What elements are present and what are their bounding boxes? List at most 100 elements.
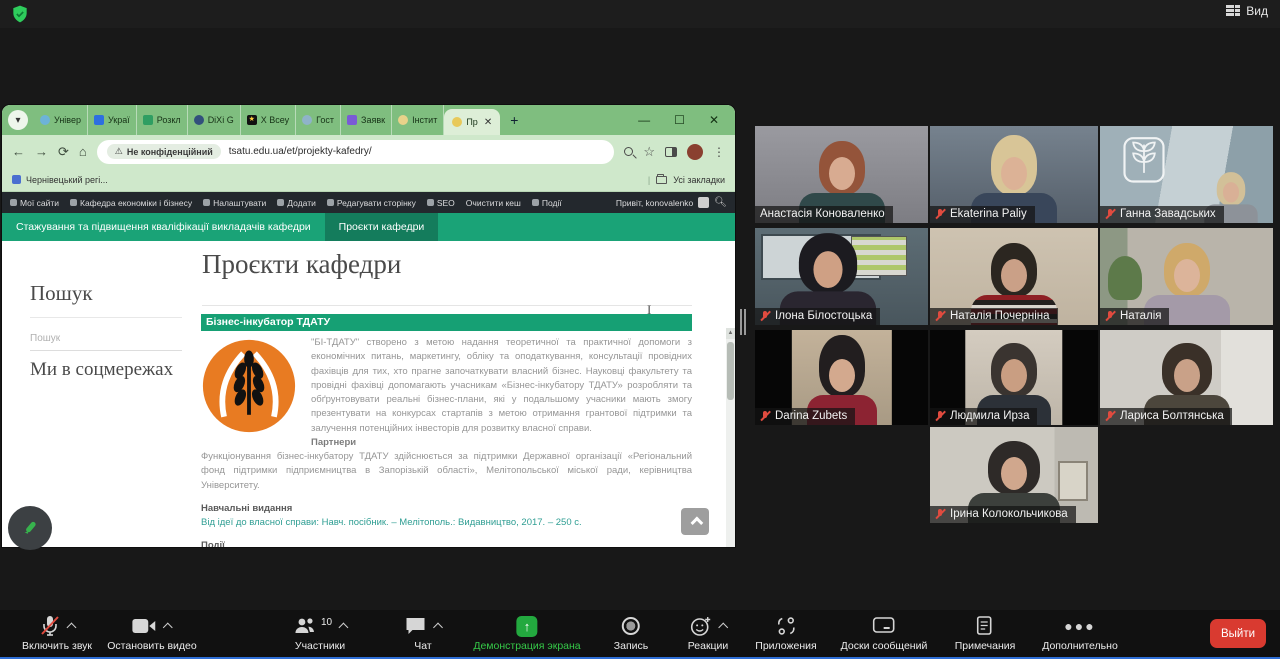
apps-icon xyxy=(777,617,795,635)
maximize-button[interactable]: ☐ xyxy=(674,113,685,127)
divider xyxy=(30,317,182,318)
participant-name: Ілона Білостоцька xyxy=(775,310,873,322)
reactions-button[interactable]: Реакции xyxy=(688,615,728,652)
profile-avatar[interactable] xyxy=(687,143,703,160)
admin-site-name[interactable]: Кафедра економіки і бізнесу xyxy=(70,198,192,208)
security-chip[interactable]: ⚠ Не конфіденційний xyxy=(106,144,221,159)
record-button[interactable]: Запись xyxy=(614,615,648,652)
chevron-up-icon[interactable] xyxy=(338,622,349,633)
whiteboard-icon xyxy=(873,617,895,633)
admin-greeting[interactable]: Привіт, konovalenko xyxy=(616,198,693,208)
browser-tab-6[interactable]: Гост xyxy=(296,105,342,135)
tab-label: Інстит xyxy=(412,115,438,125)
participant-tile[interactable]: Наталія Почерніна xyxy=(930,228,1098,325)
participant-name: Наталія xyxy=(1120,310,1162,322)
reload-icon[interactable]: ⟳ xyxy=(58,144,69,160)
all-bookmarks-button[interactable]: Усі закладки xyxy=(673,175,725,185)
more-button[interactable]: ●●● Дополнительно xyxy=(1042,615,1118,652)
participant-label: Людмила Ирза xyxy=(930,408,1038,425)
folder-icon xyxy=(656,173,668,184)
stop-video-button[interactable]: Остановить видео xyxy=(107,615,197,652)
nav-item-internships[interactable]: Стажування та підвищення кваліфікації ви… xyxy=(2,213,325,241)
bookmark-label: Чернівецький регі... xyxy=(26,174,108,185)
browser-tab-active[interactable]: Пр ✕ xyxy=(444,109,501,135)
participant-tile[interactable]: Анастасія Коноваленко xyxy=(755,126,928,223)
tab-close-icon[interactable]: ✕ xyxy=(484,117,492,128)
edition-link[interactable]: Від ідеї до власної справи: Навч. посібн… xyxy=(201,516,692,530)
admin-customize[interactable]: Налаштувати xyxy=(203,198,266,208)
scrollbar-thumb[interactable] xyxy=(727,342,734,400)
pencil-icon xyxy=(24,521,36,534)
reactions-smiley-icon xyxy=(690,617,710,636)
chevron-up-icon[interactable] xyxy=(163,622,173,633)
admin-seo[interactable]: SEO xyxy=(426,198,455,208)
admin-item-label: Налаштувати xyxy=(213,197,267,208)
site-nav: Стажування та підвищення кваліфікації ви… xyxy=(2,213,735,241)
share-screen-button[interactable]: ↑ Демонстрация экрана xyxy=(473,615,581,652)
url-field[interactable]: ⚠ Не конфіденційний tsatu.edu.ua/et/proje… xyxy=(96,139,615,164)
browser-tab-7[interactable]: Заявк xyxy=(341,105,393,135)
notes-button[interactable]: Примечания xyxy=(955,615,1015,652)
zoom-page-icon[interactable] xyxy=(624,147,634,156)
divider: | xyxy=(647,174,651,185)
participant-tile[interactable]: Ганна Завадських xyxy=(1100,126,1273,223)
search-icon[interactable]: 🔍︎ xyxy=(714,197,727,208)
browser-menu-icon[interactable]: ⋮ xyxy=(713,145,725,159)
annotate-pencil-button[interactable] xyxy=(8,506,52,550)
back-icon[interactable]: ← xyxy=(12,144,25,159)
article-paragraph-1: "БІ-ТДАТУ" створено з метою надання теор… xyxy=(311,337,692,434)
close-window-button[interactable]: ✕ xyxy=(709,113,719,127)
apps-button[interactable]: Приложения xyxy=(755,615,817,652)
warning-icon: ⚠ xyxy=(114,146,123,156)
scrollbar-up-arrow[interactable]: ▲ xyxy=(726,328,735,339)
admin-clear-cache[interactable]: Очистити кеш xyxy=(466,198,521,208)
admin-edit-page[interactable]: Редагувати сторінку xyxy=(326,198,416,208)
participant-tile[interactable]: Darina Zubets xyxy=(755,330,928,425)
browser-tab-1[interactable]: Універ xyxy=(34,105,88,135)
bookmark-item[interactable]: Чернівецький регі... xyxy=(12,175,108,185)
nav-item-projects[interactable]: Проєкти кафедри xyxy=(324,213,439,241)
participant-tile[interactable]: Наталія xyxy=(1100,228,1273,325)
chevron-up-icon[interactable] xyxy=(66,622,76,633)
admin-add-new[interactable]: Додати xyxy=(277,198,316,208)
participant-tile[interactable]: Ілона Білостоцька xyxy=(755,228,928,325)
tab-search-chevron-icon[interactable]: ▾ xyxy=(8,110,28,130)
participant-tile[interactable]: Лариса Болтянська xyxy=(1100,330,1273,425)
browser-tab-2[interactable]: Украї xyxy=(88,105,137,135)
bookmark-star-icon[interactable]: ☆ xyxy=(643,144,655,160)
browser-tab-8[interactable]: Інстит xyxy=(392,105,445,135)
browser-tab-5[interactable]: X Всеу xyxy=(241,105,297,135)
leave-meeting-button[interactable]: Выйти xyxy=(1210,619,1266,648)
tab-favicon xyxy=(302,115,313,125)
side-panel-icon[interactable] xyxy=(665,146,677,157)
chevron-up-icon xyxy=(690,516,703,530)
participant-tile[interactable]: Ірина Колокольчикова xyxy=(930,427,1098,523)
forward-icon[interactable]: → xyxy=(35,144,48,159)
participant-tile[interactable]: Ekaterina Paliy xyxy=(930,126,1098,223)
unmute-button[interactable]: Включить звук xyxy=(22,615,92,652)
new-tab-button[interactable]: + xyxy=(510,112,518,128)
browser-tab-4[interactable]: DiXi G xyxy=(188,105,241,135)
whiteboards-button[interactable]: Доски сообщений xyxy=(841,615,927,652)
mic-muted-icon xyxy=(935,410,945,422)
plant-background xyxy=(1108,256,1142,300)
admin-my-sites[interactable]: Мої сайти xyxy=(10,198,59,208)
home-icon[interactable]: ⌂ xyxy=(79,144,87,159)
participant-tile[interactable]: Людмила Ирза xyxy=(930,330,1098,425)
participants-button[interactable]: 10 Участники xyxy=(293,615,349,652)
chat-button[interactable]: Чат xyxy=(405,615,443,652)
browser-tab-3[interactable]: Розкл xyxy=(137,105,188,135)
pane-resize-handle[interactable] xyxy=(740,309,748,335)
search-input[interactable] xyxy=(30,327,182,351)
events-title: Події xyxy=(201,540,225,547)
page-scrollbar[interactable]: ▲ xyxy=(726,328,735,547)
admin-events[interactable]: Події xyxy=(531,198,562,208)
scroll-to-top-button[interactable] xyxy=(681,508,709,535)
article-paragraph-2: Функціонування бізнес-інкубатору ТДАТУ з… xyxy=(201,451,692,491)
minimize-button[interactable]: — xyxy=(638,113,650,127)
more-dots-icon: ●●● xyxy=(1064,618,1096,634)
chevron-up-icon[interactable] xyxy=(433,622,443,633)
chevron-up-icon[interactable] xyxy=(718,622,728,633)
browser-tab-strip: ▾ Універ Украї Розкл DiXi G X Всеу Гост … xyxy=(2,105,735,135)
view-button[interactable]: Вид xyxy=(1226,4,1268,18)
